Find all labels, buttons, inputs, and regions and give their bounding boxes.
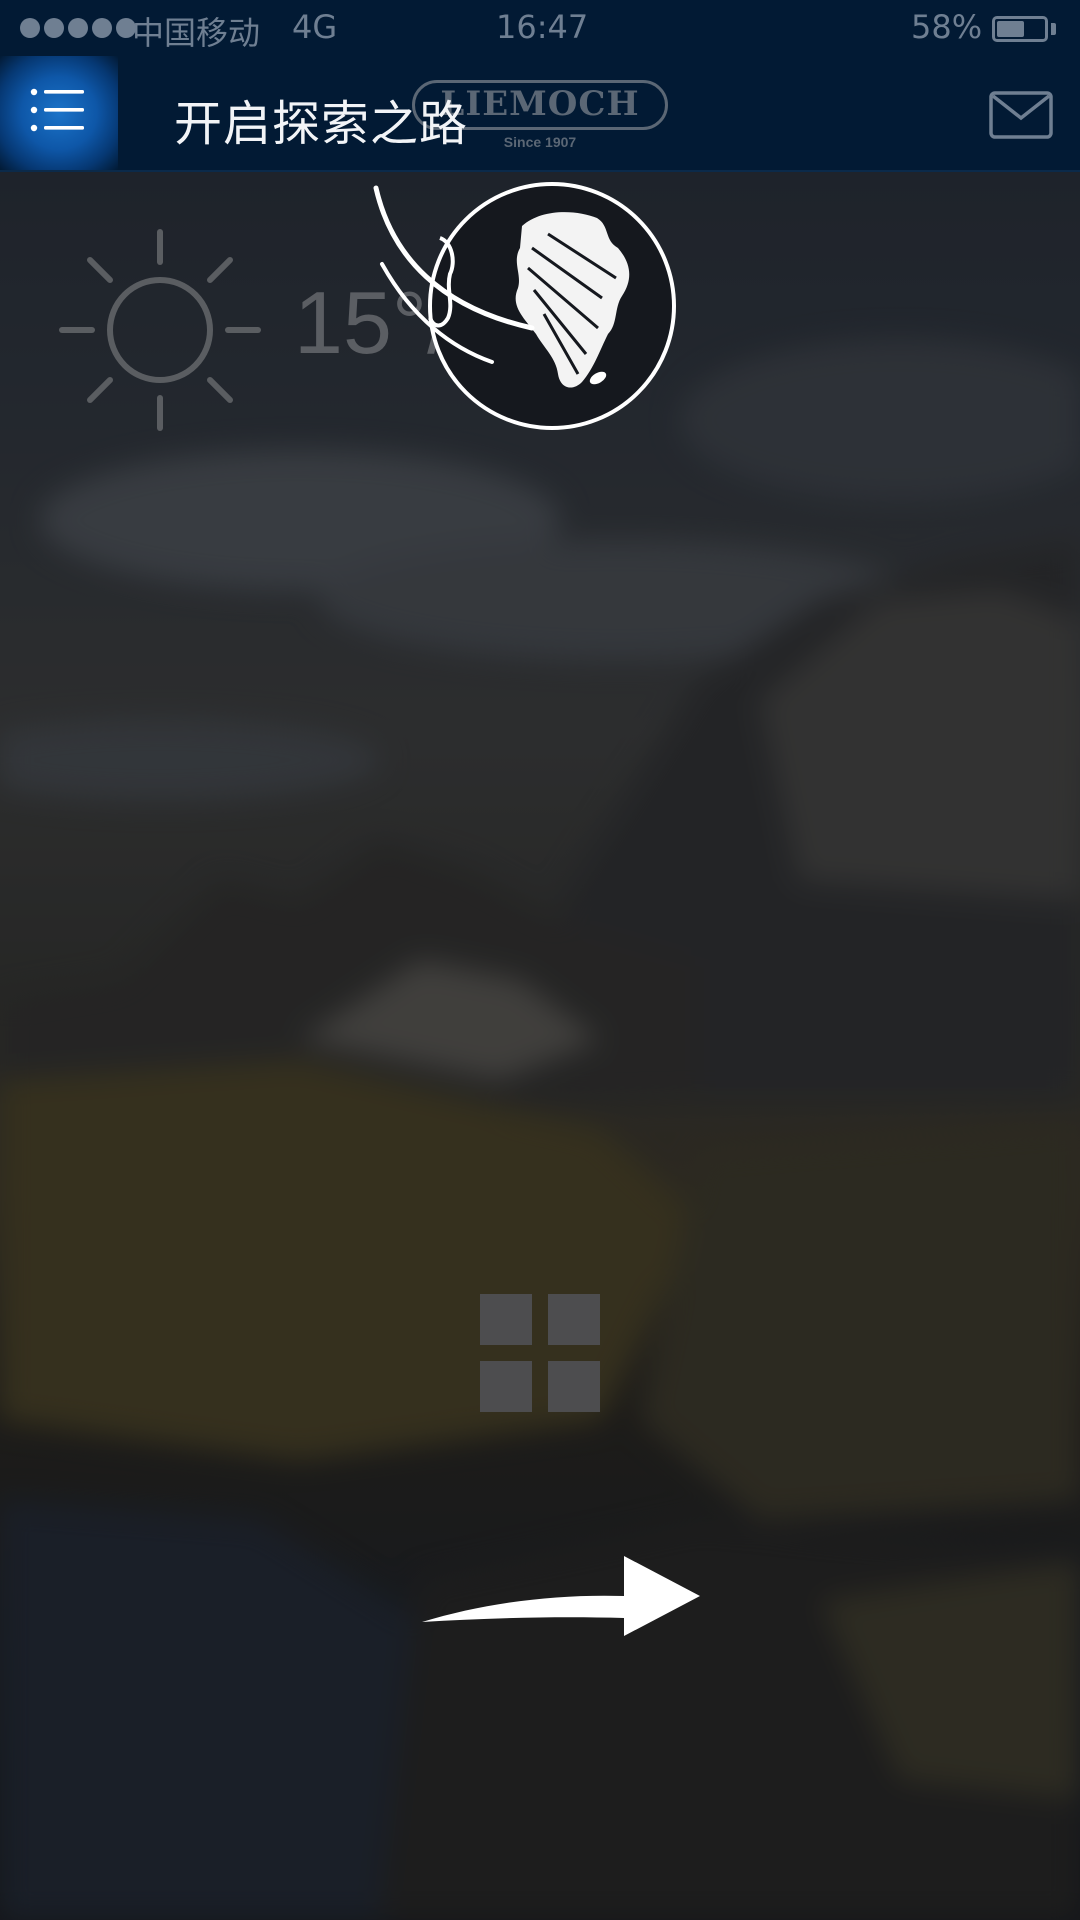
sun-icon (59, 229, 261, 431)
arrow-right-icon[interactable] (418, 1552, 702, 1640)
battery-percentage: 58% (911, 8, 983, 46)
page-title: 开启探索之路 (174, 96, 469, 152)
brand-logo-subtitle: Since 1907 (503, 134, 577, 150)
grid-icon[interactable] (480, 1294, 600, 1412)
globe-icon (373, 182, 676, 430)
status-time: 16:47 (496, 8, 589, 46)
mail-button[interactable] (988, 90, 1054, 140)
signal-strength-icon (20, 18, 136, 38)
menu-list-icon (30, 88, 84, 132)
top-navigation-bar: LIEMOCH Since 1907 开启探索之路 (0, 56, 1080, 172)
battery-icon (992, 16, 1048, 42)
screen: 中国移动 4G 16:47 58% LIEMOCH Since 1907 开启探… (0, 0, 1080, 1920)
status-bar: 中国移动 4G 16:47 58% (0, 0, 1080, 56)
mail-icon (989, 91, 1053, 139)
menu-button[interactable] (0, 56, 118, 170)
carrier-name: 中国移动 (132, 14, 261, 52)
network-type: 4G (292, 8, 338, 46)
